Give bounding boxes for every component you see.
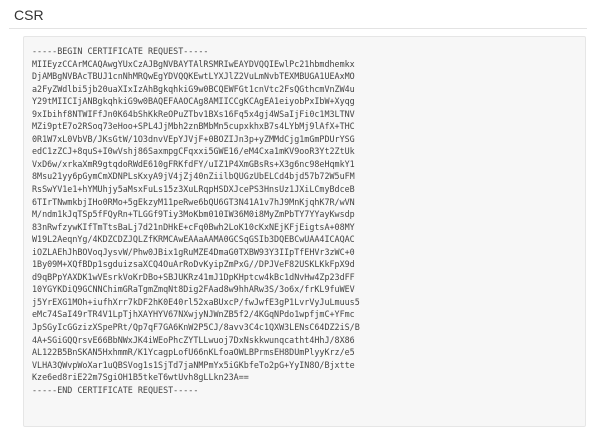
panel-title: CSR bbox=[14, 7, 44, 23]
csr-textarea[interactable]: -----BEGIN CERTIFICATE REQUEST----- MIIE… bbox=[23, 36, 586, 427]
csr-content: -----BEGIN CERTIFICATE REQUEST----- MIIE… bbox=[32, 46, 360, 395]
title-divider bbox=[9, 28, 587, 29]
